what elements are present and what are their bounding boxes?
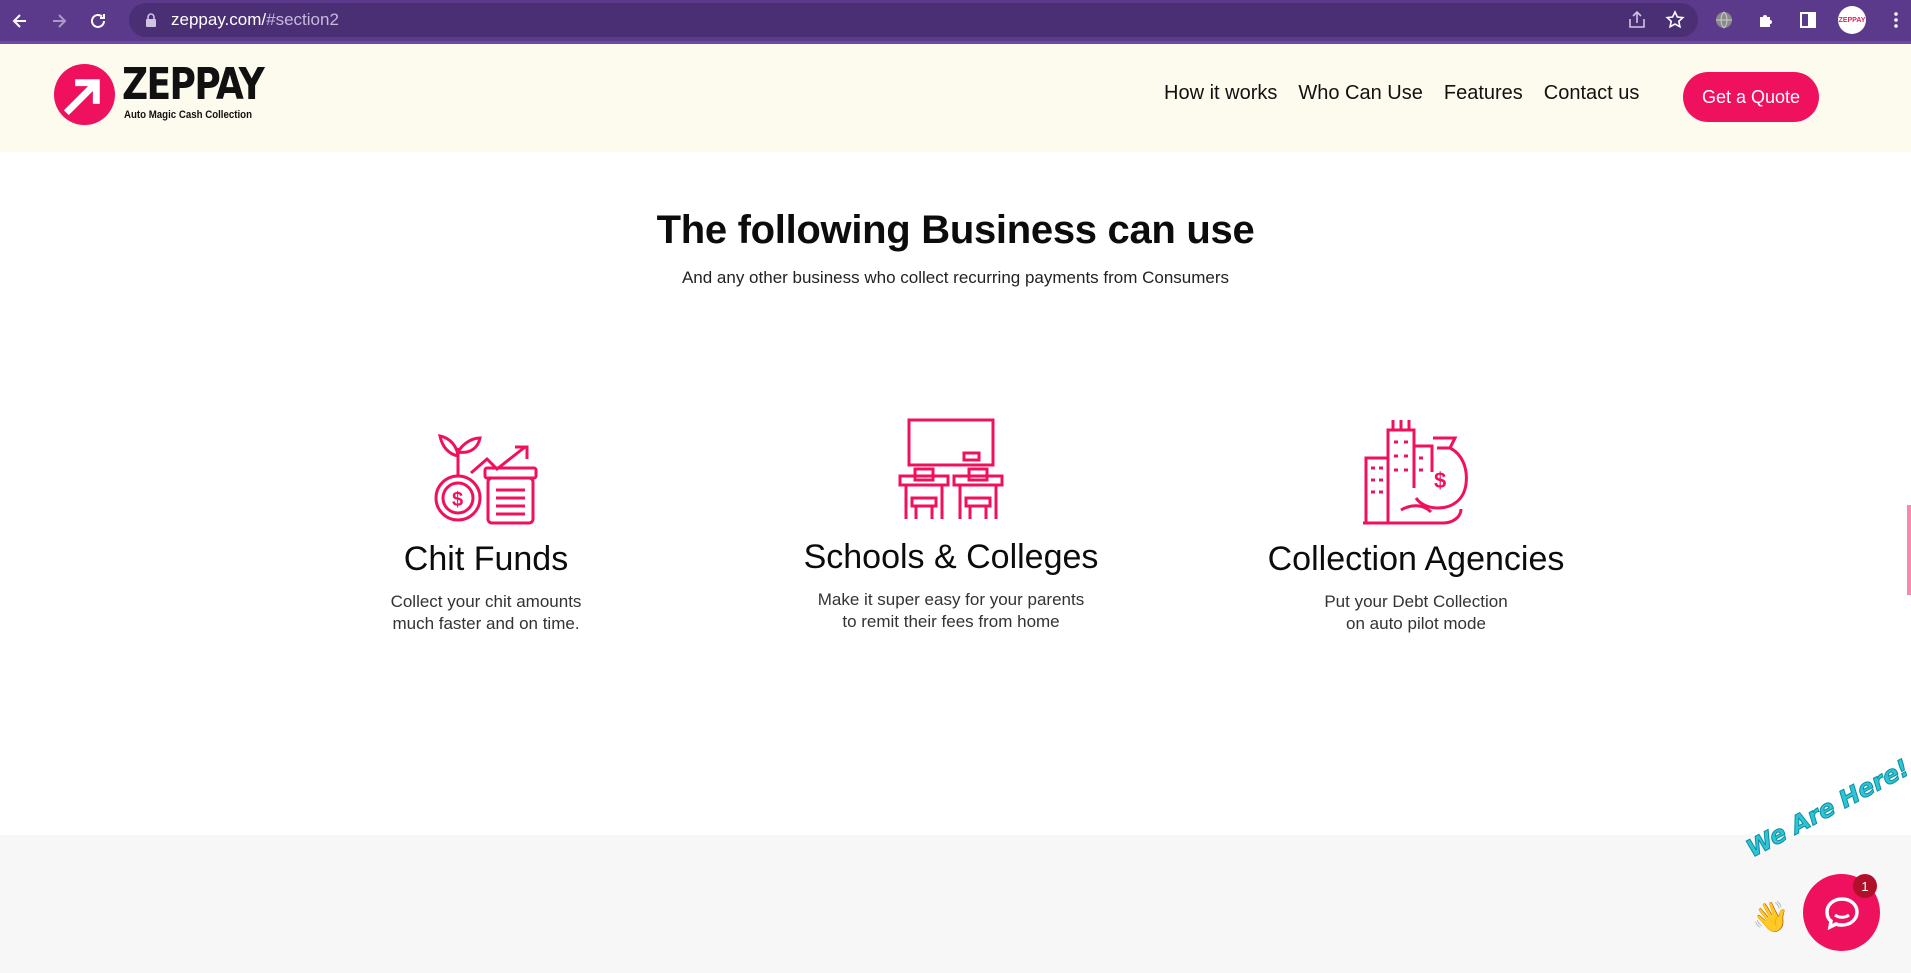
svg-text:$: $ xyxy=(452,489,463,511)
card-chit-funds: $ Chit Funds Collect your chit amounts mu… xyxy=(276,418,696,635)
chat-unread-badge: 1 xyxy=(1853,874,1877,898)
reload-icon xyxy=(90,13,105,28)
logo[interactable]: ZEPPAY Auto Magic Cash Collection xyxy=(53,63,294,126)
card-title: Chit Funds xyxy=(403,540,569,578)
card-description: Collect your chit amounts much faster and… xyxy=(390,592,582,633)
scroll-edge-indicator xyxy=(1907,505,1911,595)
card-description: Put your Debt Collection on auto pilot mo… xyxy=(1324,592,1508,633)
chit-fund-icon: $ xyxy=(431,418,541,528)
extensions-puzzle-icon[interactable] xyxy=(1754,8,1778,32)
card-description: Make it super easy for your parents to re… xyxy=(817,590,1085,631)
svg-text:$: $ xyxy=(1434,468,1446,493)
lock-icon xyxy=(146,13,156,27)
nav-who-can-use[interactable]: Who Can Use xyxy=(1298,82,1423,105)
main-nav: How it works Who Can Use Features Contac… xyxy=(1164,82,1639,105)
side-panel-icon[interactable] xyxy=(1796,8,1820,32)
card-title: Collection Agencies xyxy=(1267,540,1565,578)
forward-arrow-icon xyxy=(52,13,66,28)
logo-tagline: Auto Magic Cash Collection xyxy=(124,109,253,121)
profile-avatar[interactable]: ZEPPAY xyxy=(1838,6,1866,34)
get-a-quote-button[interactable]: Get a Quote xyxy=(1683,72,1819,122)
browser-toolbar: zeppay.com/#section2 ZEPPAY xyxy=(0,0,1911,41)
globe-extension-icon[interactable] xyxy=(1712,8,1736,32)
money-bag-city-icon: $ xyxy=(1361,418,1471,528)
address-bar[interactable]: zeppay.com/#section2 xyxy=(129,3,1698,37)
site-header: ZEPPAY Auto Magic Cash Collection How it… xyxy=(0,44,1911,152)
card-title: Schools & Colleges xyxy=(803,538,1099,576)
nav-contact-us[interactable]: Contact us xyxy=(1544,82,1640,105)
browser-menu-icon[interactable] xyxy=(1884,8,1908,32)
chat-icon xyxy=(1824,896,1859,930)
url-text: zeppay.com/#section2 xyxy=(171,10,339,29)
logo-wordmark: ZEPPAY xyxy=(122,59,265,110)
section-title: The following Business can use xyxy=(656,208,1255,252)
reload-button[interactable] xyxy=(78,0,117,41)
bookmark-star-icon[interactable] xyxy=(1664,9,1686,31)
next-section-band xyxy=(0,835,1911,973)
card-collection-agencies: $ Collection Agencies Put your Debt Coll… xyxy=(1206,418,1626,635)
waving-hand-icon: 👋 xyxy=(1752,901,1790,934)
zeppay-arrow-logo-icon xyxy=(53,63,116,126)
card-schools-colleges: Schools & Colleges Make it super easy fo… xyxy=(741,416,1161,633)
section-subtitle: And any other business who collect recur… xyxy=(681,268,1230,287)
back-button[interactable] xyxy=(0,0,39,41)
share-icon[interactable] xyxy=(1626,9,1648,31)
classroom-icon xyxy=(896,416,1006,526)
nav-how-it-works[interactable]: How it works xyxy=(1164,82,1277,105)
back-arrow-icon xyxy=(12,13,26,28)
forward-button[interactable] xyxy=(39,0,78,41)
nav-features[interactable]: Features xyxy=(1444,82,1523,105)
